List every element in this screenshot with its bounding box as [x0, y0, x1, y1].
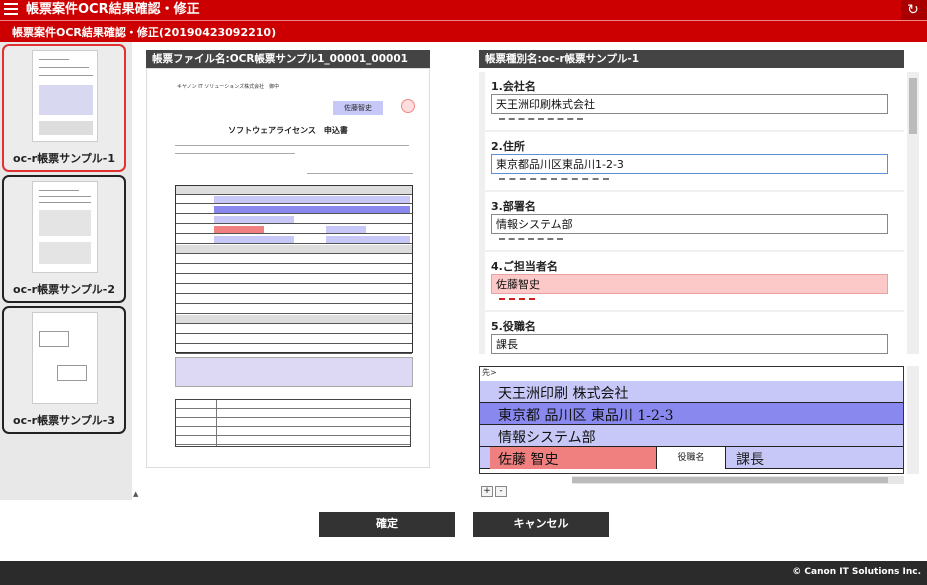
- field-card-title: 5.役職名: [485, 312, 904, 354]
- crop-row: 東京都 品川区 東品川 1-2-3: [480, 403, 903, 425]
- ocr-crop-preview[interactable]: 先> 天王洲印刷 株式会社 東京都 品川区 東品川 1-2-3 情報システム部 …: [479, 366, 904, 474]
- crop-title-value: 課長: [736, 452, 764, 468]
- confirm-button[interactable]: 確定: [319, 512, 455, 537]
- crop-row: 天王洲印刷 株式会社: [480, 381, 903, 403]
- menu-icon[interactable]: [4, 3, 18, 17]
- document-form-table: [175, 185, 413, 354]
- thumbnail-label: oc-r帳票サンプル-1: [13, 152, 115, 165]
- thumbnail-label: oc-r帳票サンプル-3: [13, 414, 115, 427]
- document-office-table: [175, 399, 411, 447]
- field-label: 1.会社名: [491, 80, 536, 93]
- scrollbar-thumb[interactable]: [572, 477, 888, 483]
- field-card-company: 1.会社名: [485, 72, 904, 130]
- crop-vertical-scrollbar[interactable]: [907, 366, 919, 474]
- confidence-underline: [499, 118, 583, 120]
- stamp-icon: [401, 99, 415, 113]
- field-label: 2.住所: [491, 140, 525, 153]
- zoom-in-button[interactable]: +: [481, 486, 493, 497]
- thumbnail-image: [32, 181, 98, 273]
- field-card-address: 2.住所: [485, 132, 904, 190]
- crop-row: 情報システム部: [480, 425, 903, 447]
- document-preview[interactable]: キヤノン IT ソリューションズ株式会社 御中 佐藤智史 ソフトウェアライセンス…: [146, 68, 430, 468]
- document-file-name: 帳票ファイル名:OCR帳票サンプル1_00001_00001: [146, 50, 430, 68]
- scrollbar-thumb[interactable]: [909, 78, 917, 134]
- crop-row-text: 情報システム部: [498, 430, 596, 446]
- breadcrumb-text: 帳票案件OCR結果確認・修正(20190423092210): [12, 26, 277, 39]
- crop-prefix: 先>: [482, 368, 497, 377]
- crop-row-text: 天王洲印刷 株式会社: [498, 386, 629, 402]
- document-title: ソフトウェアライセンス 申込書: [228, 126, 348, 135]
- field-card-department: 3.部署名: [485, 192, 904, 250]
- field-label: 5.役職名: [491, 320, 536, 333]
- field-list-scrollbar[interactable]: [907, 72, 919, 354]
- thumbnail-item-2[interactable]: oc-r帳票サンプル-2: [2, 175, 126, 303]
- scroll-up-icon[interactable]: ▲: [133, 490, 138, 498]
- form-type-name: 帳票種別名:oc-r帳票サンプル-1: [479, 50, 904, 68]
- breadcrumb: 帳票案件OCR結果確認・修正(20190423092210): [0, 20, 927, 42]
- document-date-band: [175, 357, 413, 387]
- crop-row-text: 佐藤 智史: [498, 452, 559, 468]
- field-card-contact: 4.ご担当者名: [485, 252, 904, 310]
- department-input[interactable]: [491, 214, 888, 234]
- crop-title-label: 役職名: [656, 447, 726, 469]
- field-list: 1.会社名 2.住所 3.部署名 4.ご担当者名 5.役職名: [479, 72, 904, 354]
- document-signature: 佐藤智史: [333, 101, 383, 115]
- thumbnail-item-1[interactable]: oc-r帳票サンプル-1: [2, 44, 126, 172]
- job-title-input[interactable]: [491, 334, 888, 354]
- document-company: キヤノン IT ソリューションズ株式会社 御中: [177, 84, 280, 90]
- low-confidence-underline: [499, 298, 535, 300]
- thumbnail-image: [32, 50, 98, 142]
- crop-row-text: 東京都 品川区 東品川 1-2-3: [498, 408, 674, 424]
- app-header: 帳票案件OCR結果確認・修正 ↻: [0, 0, 927, 20]
- thumbnail-label: oc-r帳票サンプル-2: [13, 283, 115, 296]
- footer: © Canon IT Solutions Inc.: [0, 561, 927, 585]
- crop-row: 佐藤 智史 役職名 課長: [480, 447, 903, 469]
- confidence-underline: [499, 238, 563, 240]
- copyright: © Canon IT Solutions Inc.: [792, 567, 921, 577]
- thumbnail-image: [32, 312, 98, 404]
- field-label: 3.部署名: [491, 200, 536, 213]
- page-title: 帳票案件OCR結果確認・修正: [26, 2, 200, 17]
- crop-horizontal-scrollbar[interactable]: [572, 476, 904, 484]
- thumbnail-panel: oc-r帳票サンプル-1 oc-r帳票サンプル-2 oc-r帳票サンプル-3: [0, 42, 132, 500]
- cancel-button[interactable]: キャンセル: [473, 512, 609, 537]
- address-input[interactable]: [491, 154, 888, 174]
- field-label: 4.ご担当者名: [491, 260, 558, 273]
- confidence-underline: [499, 178, 609, 180]
- refresh-icon[interactable]: ↻: [905, 2, 921, 18]
- zoom-out-button[interactable]: -: [495, 486, 507, 497]
- thumbnail-item-3[interactable]: oc-r帳票サンプル-3: [2, 306, 126, 434]
- contact-name-input[interactable]: [491, 274, 888, 294]
- company-name-input[interactable]: [491, 94, 888, 114]
